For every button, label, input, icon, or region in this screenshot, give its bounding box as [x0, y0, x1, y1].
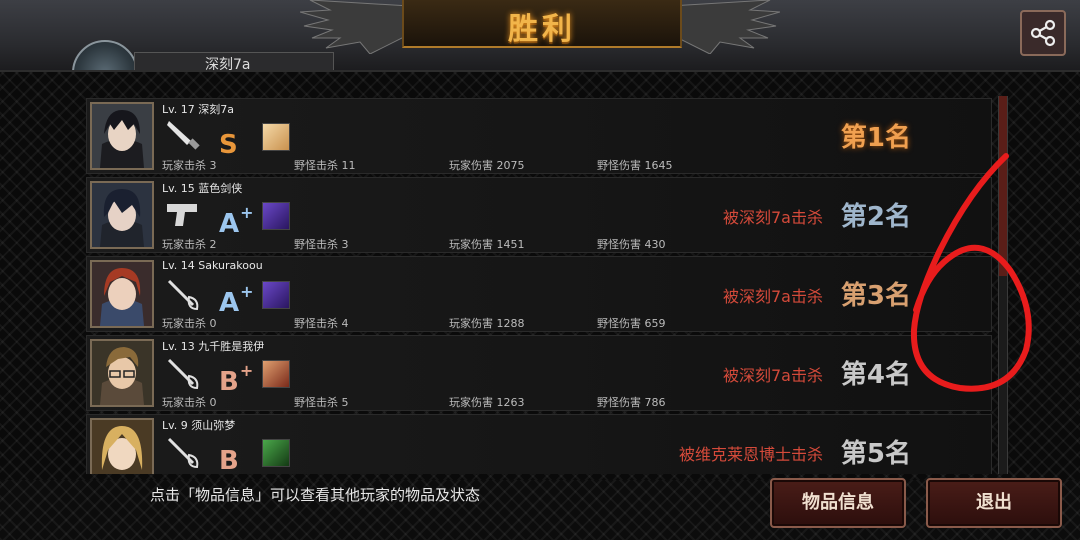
monster-kills-value: 11	[341, 159, 356, 172]
killed-by-text: 被深刻7a击杀	[723, 287, 823, 306]
knife-icon	[167, 121, 200, 150]
rapier-icon	[167, 437, 199, 469]
avatar	[90, 102, 154, 170]
player-kills-value: 2	[209, 238, 217, 251]
rank-label: 第3名	[840, 281, 911, 311]
purple-item-icon	[262, 281, 290, 309]
avatar	[90, 418, 154, 474]
player-kills-label: 玩家击杀	[162, 159, 206, 172]
player-row[interactable]: Lv. 17 深刻7a S 玩家击杀 3 野怪击杀 11 玩家伤害 2075 野…	[86, 98, 992, 174]
monster-kills-value: 4	[341, 317, 349, 330]
monster-kills-value: 5	[341, 396, 349, 409]
player-name: 须山弥梦	[191, 419, 236, 432]
page-title: 胜利	[508, 12, 576, 47]
grade-plus: +	[239, 361, 254, 380]
player-name: 深刻7a	[198, 103, 235, 116]
rank-label: 第1名	[840, 123, 911, 153]
player-level: Lv. 9	[162, 419, 188, 432]
player-kills-label: 玩家击杀	[162, 396, 206, 409]
player-level: Lv. 15	[162, 182, 195, 195]
grade-plus: +	[240, 282, 254, 301]
wing-right-icon	[670, 0, 780, 54]
hint-text: 点击「物品信息」可以查看其他玩家的物品及状态	[150, 486, 481, 504]
player-row[interactable]: Lv. 14 Sakurakoou A+ 玩家击杀 0 野怪击杀 4 玩家伤害 …	[86, 256, 992, 332]
monster-damage-value: 786	[644, 396, 666, 409]
results-panel: Lv. 17 深刻7a S 玩家击杀 3 野怪击杀 11 玩家伤害 2075 野…	[0, 70, 1080, 482]
share-button[interactable]	[1020, 10, 1066, 56]
player-kills-label: 玩家击杀	[162, 238, 206, 251]
player-level: Lv. 13	[162, 340, 195, 353]
hand-item-icon	[262, 123, 290, 151]
player-row[interactable]: Lv. 13 九千胜是我伊 B+ 玩家击杀 0 野怪击杀 5 玩家伤害 1263…	[86, 335, 992, 411]
monster-damage-label: 野怪伤害	[597, 317, 641, 330]
player-name: 九千胜是我伊	[198, 340, 265, 353]
rank-label: 第2名	[840, 202, 911, 232]
list-scrollbar[interactable]	[998, 96, 1008, 474]
scrollbar-thumb[interactable]	[999, 96, 1007, 276]
monster-damage-value: 659	[644, 317, 666, 330]
rank-label: 第4名	[840, 360, 911, 390]
item-info-button[interactable]: 物品信息	[770, 478, 906, 528]
monster-kills-label: 野怪击杀	[294, 159, 338, 172]
avatar	[90, 181, 154, 249]
rapier-icon	[167, 279, 199, 311]
grade-label: A	[219, 209, 240, 239]
player-damage-label: 玩家伤害	[449, 159, 493, 172]
grade-plus: +	[240, 203, 254, 222]
killed-by-text: 被深刻7a击杀	[723, 366, 823, 385]
player-level: Lv. 14	[162, 259, 195, 272]
pistol-icon	[167, 204, 197, 226]
monster-damage-label: 野怪伤害	[597, 396, 641, 409]
player-damage-label: 玩家伤害	[449, 317, 493, 330]
player-damage-value: 1288	[496, 317, 525, 330]
monster-damage-value: 1645	[644, 159, 673, 172]
grade-label: B	[219, 367, 239, 397]
monster-damage-value: 430	[644, 238, 666, 251]
killed-by-text: 被深刻7a击杀	[723, 208, 823, 227]
rank-label: 第5名	[840, 439, 911, 469]
player-kills-value: 3	[209, 159, 217, 172]
monster-kills-value: 3	[341, 238, 349, 251]
wing-left-icon	[300, 0, 410, 54]
rapier-icon	[167, 358, 199, 390]
monster-kills-label: 野怪击杀	[294, 317, 338, 330]
avatar	[90, 260, 154, 328]
killed-by-text: 被维克莱恩博士击杀	[678, 445, 823, 464]
avatar	[90, 339, 154, 407]
monster-kills-label: 野怪击杀	[294, 238, 338, 251]
title-banner: 胜利	[402, 0, 682, 48]
monster-damage-label: 野怪伤害	[597, 238, 641, 251]
player-kills-value: 0	[209, 317, 217, 330]
player-damage-value: 1451	[496, 238, 525, 251]
player-damage-label: 玩家伤害	[449, 238, 493, 251]
grade-label: S	[219, 130, 238, 160]
grade-label: B	[219, 446, 239, 474]
player-damage-value: 1263	[496, 396, 525, 409]
purple-item-icon	[262, 202, 290, 230]
monster-damage-label: 野怪伤害	[597, 159, 641, 172]
player-name: 蓝色剑侠	[198, 182, 243, 195]
player-name: Sakurakoou	[198, 259, 263, 272]
player-list[interactable]: Lv. 17 深刻7a S 玩家击杀 3 野怪击杀 11 玩家伤害 2075 野…	[86, 98, 992, 474]
player-kills-value: 0	[209, 396, 217, 409]
player-damage-value: 2075	[496, 159, 525, 172]
share-icon	[1030, 19, 1056, 47]
player-row[interactable]: Lv. 15 蓝色剑侠 A+ 玩家击杀 2 野怪击杀 3 玩家伤害 1451 野…	[86, 177, 992, 253]
player-row[interactable]: Lv. 9 须山弥梦 B 被维克莱恩博士击杀 第5名	[86, 414, 992, 474]
face-item-icon	[262, 360, 290, 388]
player-level: Lv. 17	[162, 103, 195, 116]
player-kills-label: 玩家击杀	[162, 317, 206, 330]
grade-label: A	[219, 288, 240, 318]
player-damage-label: 玩家伤害	[449, 396, 493, 409]
title-banner-wrap: 胜利	[300, 0, 780, 60]
exit-button[interactable]: 退出	[926, 478, 1062, 528]
green-item-icon	[262, 439, 290, 467]
monster-kills-label: 野怪击杀	[294, 396, 338, 409]
